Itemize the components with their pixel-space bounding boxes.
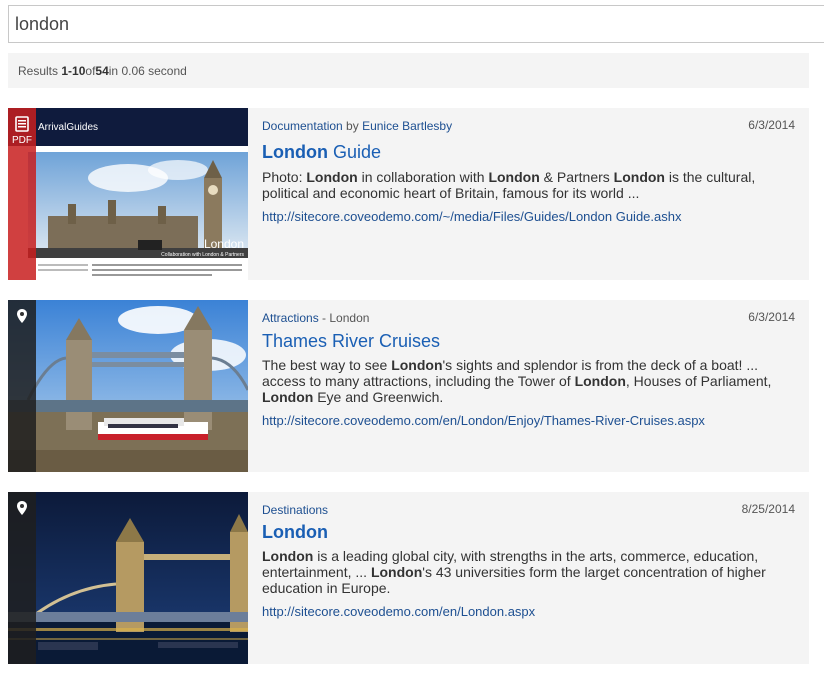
result-type-bar	[8, 300, 36, 472]
result-source-link[interactable]: Documentation	[262, 119, 343, 133]
excerpt-highlight: London	[574, 373, 626, 389]
map-pin-icon	[17, 309, 27, 323]
summary-range: 1-10	[61, 63, 86, 78]
result-excerpt: Photo: London in collaboration with Lond…	[262, 169, 772, 201]
excerpt-highlight: London	[262, 548, 314, 564]
result-meta: Destinations	[262, 503, 328, 517]
result-title-link[interactable]: London	[262, 522, 328, 543]
excerpt-text: , Houses of Parliament,	[625, 373, 772, 389]
excerpt-text: in collaboration with	[357, 169, 489, 185]
result-by-text: by	[342, 119, 363, 133]
excerpt-text: & Partners	[539, 169, 614, 185]
result-location-text: - London	[318, 311, 370, 325]
summary-total: 54	[95, 63, 109, 78]
result-content: Attractions - London 6/3/2014 Thames Riv…	[262, 300, 795, 472]
excerpt-highlight: London	[370, 564, 423, 580]
result-excerpt: London is a leading global city, with st…	[262, 548, 772, 596]
result-type-bar: PDF	[8, 108, 36, 280]
excerpt-highlight: London	[262, 389, 314, 405]
pdf-subcaption-text: Collaboration with London & Partners	[161, 252, 244, 258]
result-date: 8/25/2014	[741, 502, 795, 516]
result-date: 6/3/2014	[748, 118, 795, 132]
result-title-rest: Guide	[327, 142, 382, 162]
tower-bridge-day-image	[8, 300, 248, 472]
result-meta: Attractions - London	[262, 311, 369, 325]
result-author-link[interactable]: Eunice Bartlesby	[362, 119, 452, 133]
excerpt-highlight: London	[488, 169, 540, 185]
excerpt-text: The best way to see	[262, 357, 392, 373]
result-card: Attractions - London 6/3/2014 Thames Riv…	[8, 300, 809, 472]
results-summary: Results 1-10 of 54 in 0.06 second	[8, 53, 809, 88]
result-uri-link[interactable]: http://sitecore.coveodemo.com/en/London.…	[262, 604, 535, 619]
result-content: Documentation by Eunice Bartlesby 6/3/20…	[262, 108, 795, 280]
result-uri-link[interactable]: http://sitecore.coveodemo.com/~/media/Fi…	[262, 209, 681, 224]
excerpt-text: Eye and Greenwich.	[313, 389, 444, 405]
result-thumbnail[interactable]	[8, 492, 248, 664]
result-date: 6/3/2014	[748, 310, 795, 324]
pdf-brand-text: ArrivalGuides	[38, 122, 98, 133]
result-source-link[interactable]: Attractions	[262, 311, 319, 325]
result-title-link[interactable]: Thames River Cruises	[262, 331, 440, 352]
excerpt-highlight: London	[613, 169, 665, 185]
tower-bridge-night-image	[8, 492, 248, 664]
result-excerpt: The best way to see London's sights and …	[262, 357, 772, 405]
excerpt-text: Photo:	[262, 169, 307, 185]
search-input[interactable]	[15, 13, 824, 35]
result-thumbnail[interactable]: ArrivalGuides London Collaboration with …	[8, 108, 248, 280]
result-title-link[interactable]: London Guide	[262, 142, 381, 163]
result-title-highlight: London	[262, 522, 328, 542]
result-content: Destinations 8/25/2014 London London is …	[262, 492, 795, 664]
summary-of: of	[85, 63, 96, 78]
summary-prefix: Results	[18, 63, 59, 78]
result-uri-link[interactable]: http://sitecore.coveodemo.com/en/London/…	[262, 413, 705, 428]
map-pin-icon	[17, 501, 27, 515]
result-thumbnail[interactable]	[8, 300, 248, 472]
result-meta: Documentation by Eunice Bartlesby	[262, 119, 452, 133]
result-type-bar	[8, 492, 36, 664]
pdf-caption-text: London	[204, 237, 244, 251]
summary-suffix: in 0.06 second	[108, 63, 187, 78]
pdf-document-icon	[15, 116, 29, 132]
search-box[interactable]	[8, 5, 824, 43]
result-source-link[interactable]: Destinations	[262, 503, 328, 517]
pdf-cover-image: ArrivalGuides London Collaboration with …	[8, 108, 248, 280]
excerpt-highlight: London	[306, 169, 358, 185]
excerpt-highlight: London	[391, 357, 443, 373]
result-type-label: PDF	[12, 135, 32, 146]
result-card: Destinations 8/25/2014 London London is …	[8, 492, 809, 664]
result-title-highlight: London	[262, 142, 328, 162]
result-card: ArrivalGuides London Collaboration with …	[8, 108, 809, 280]
